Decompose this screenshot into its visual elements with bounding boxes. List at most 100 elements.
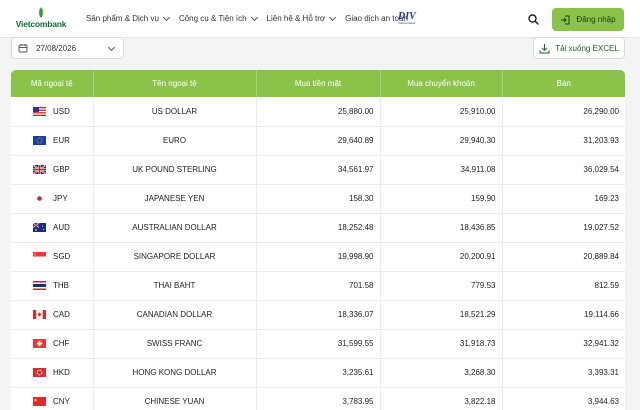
currency-name: HONG KONG DOLLAR xyxy=(93,358,257,388)
currency-code-cell: EUR xyxy=(11,126,94,156)
table-row: JPY JAPANESE YEN 158.30 159.90 169.23 xyxy=(11,184,625,214)
table-row: CNY CHINESE YUAN 3,783.95 3,822.18 3,944.63 xyxy=(11,387,625,410)
login-label: Đăng nhập xyxy=(576,15,616,24)
sell-rate: 32,941.32 xyxy=(502,329,625,359)
currency-name: AUSTRALIAN DOLLAR xyxy=(93,213,257,243)
vietcombank-logo[interactable]: Vietcombank xyxy=(12,7,70,29)
currency-name: CHINESE YUAN xyxy=(93,387,257,410)
jp-flag-icon xyxy=(33,194,46,204)
site-header: Vietcombank Sản phẩm & Dịch vụ Công cụ &… xyxy=(0,0,640,38)
table-row: SGD SINGAPORE DOLLAR 19,998.90 20,200.91 20,… xyxy=(11,242,625,272)
download-excel-button[interactable]: Tải xuống EXCEL xyxy=(533,37,625,59)
cash-buy-rate: 3,783.95 xyxy=(256,387,381,410)
date-picker[interactable]: 27/08/2026 xyxy=(11,37,124,59)
nav-label: Công cụ & Tiện ích xyxy=(178,14,247,23)
sell-rate: 3,944.63 xyxy=(502,387,625,410)
currency-name: JAPANESE YEN xyxy=(93,184,257,214)
nav-item-support[interactable]: Liên hệ & Hỗ trợ xyxy=(266,13,337,23)
table-row: GBP UK POUND STERLING 34,561.97 34,911.08 36… xyxy=(11,155,625,185)
currency-code-cell: CHF xyxy=(11,329,94,359)
partner-logo-mark: DIV xyxy=(398,11,416,22)
transfer-buy-rate: 3,822.18 xyxy=(380,387,503,410)
currency-code-cell: THB xyxy=(11,271,94,301)
table-row: HKD HONG KONG DOLLAR 3,235.61 3,268.30 3,393… xyxy=(11,358,625,388)
cash-buy-rate: 29,640.89 xyxy=(256,126,381,156)
search-icon xyxy=(527,13,539,25)
exchange-rate-table-container: Mã ngoại tệ Tên ngoại tệ Mua tiền mặt Mu… xyxy=(11,70,625,410)
nav-label: Liên hệ & Hỗ trợ xyxy=(266,14,326,23)
ca-flag-icon xyxy=(33,310,46,320)
us-flag-icon xyxy=(33,106,46,116)
sell-rate: 36,029.54 xyxy=(502,155,625,185)
table-row: EUR EURO 29,640.89 29,940.30 31,203.93 xyxy=(11,126,625,156)
sell-rate: 20,889.84 xyxy=(502,242,625,272)
currency-code-cell: CNY xyxy=(11,387,94,410)
th-flag-icon xyxy=(33,281,46,291)
sell-rate: 19,027.52 xyxy=(502,213,625,243)
currency-code-cell: HKD xyxy=(11,358,94,388)
eu-flag-icon xyxy=(33,136,46,146)
sell-rate: 19,114.66 xyxy=(502,300,625,330)
transfer-buy-rate: 31,918.73 xyxy=(380,329,503,359)
cash-buy-rate: 34,561.97 xyxy=(256,155,381,185)
currency-code-cell: JPY xyxy=(11,184,94,214)
currency-name: UK POUND STERLING xyxy=(93,155,257,185)
column-header-transfer-buy: Mua chuyển khoản xyxy=(380,70,503,97)
transfer-buy-rate: 34,911.08 xyxy=(380,155,503,185)
currency-code: EUR xyxy=(53,135,70,145)
transfer-buy-rate: 3,268.30 xyxy=(380,358,503,388)
transfer-buy-rate: 18,436.85 xyxy=(380,213,503,243)
transfer-buy-rate: 18,521.29 xyxy=(380,300,503,330)
chevron-down-icon xyxy=(250,13,258,21)
ch-flag-icon xyxy=(33,339,46,349)
chevron-down-icon xyxy=(329,13,337,21)
cash-buy-rate: 19,998.90 xyxy=(256,242,381,272)
leaf-icon xyxy=(38,7,44,18)
currency-code-cell: SGD xyxy=(11,242,94,272)
currency-name: SWISS FRANC xyxy=(93,329,257,359)
uk-flag-icon xyxy=(33,165,46,175)
cash-buy-rate: 25,880.00 xyxy=(256,97,381,127)
currency-code: GBP xyxy=(53,164,70,174)
au-flag-icon xyxy=(33,223,46,233)
table-row: CHF SWISS FRANC 31,599.55 31,918.73 32,941.3… xyxy=(11,329,625,359)
table-row: USD US DOLLAR 25,880.00 25,910.00 26,290.00 xyxy=(11,97,625,127)
currency-code: THB xyxy=(53,280,69,290)
transfer-buy-rate: 25,910.00 xyxy=(380,97,503,127)
table-row: THB THAI BAHT 701.58 779.53 812.59 xyxy=(11,271,625,301)
nav-item-tools[interactable]: Công cụ & Tiện ích xyxy=(178,13,258,23)
cash-buy-rate: 158.30 xyxy=(256,184,381,214)
partner-logo[interactable]: DIV Vietcombank xyxy=(398,12,424,28)
currency-name: THAI BAHT xyxy=(93,271,257,301)
cash-buy-rate: 18,252.48 xyxy=(256,213,381,243)
cash-buy-rate: 3,235.61 xyxy=(256,358,381,388)
transfer-buy-rate: 20,200.91 xyxy=(380,242,503,272)
nav-item-products[interactable]: Sản phẩm & Dịch vụ xyxy=(86,13,170,23)
sell-rate: 812.59 xyxy=(502,271,625,301)
currency-code-cell: USD xyxy=(11,97,94,127)
sell-rate: 169.23 xyxy=(502,184,625,214)
exchange-rate-table: Mã ngoại tệ Tên ngoại tệ Mua tiền mặt Mu… xyxy=(11,70,625,410)
currency-code: SGD xyxy=(53,251,71,261)
login-icon xyxy=(561,15,570,24)
currency-code: AUD xyxy=(53,222,70,232)
currency-code: CNY xyxy=(53,396,70,406)
cash-buy-rate: 31,599.55 xyxy=(256,329,381,359)
currency-code-cell: AUD xyxy=(11,213,94,243)
download-icon xyxy=(539,43,550,53)
nav-label: Sản phẩm & Dịch vụ xyxy=(86,14,159,23)
chevron-down-icon xyxy=(162,13,170,21)
partner-logo-caption: Vietcombank xyxy=(398,21,416,25)
login-button[interactable]: Đăng nhập xyxy=(552,8,624,31)
hk-flag-icon xyxy=(33,368,46,378)
table-header-row: Mã ngoại tệ Tên ngoại tệ Mua tiền mặt Mu… xyxy=(11,70,625,97)
transfer-buy-rate: 779.53 xyxy=(380,271,503,301)
sell-rate: 26,290.00 xyxy=(502,97,625,127)
currency-name: CANADIAN DOLLAR xyxy=(93,300,257,330)
transfer-buy-rate: 159.90 xyxy=(380,184,503,214)
search-button[interactable] xyxy=(522,9,544,29)
currency-code-cell: CAD xyxy=(11,300,94,330)
chevron-down-icon xyxy=(107,43,116,52)
excel-label: Tải xuống EXCEL xyxy=(555,43,619,53)
currency-code: CAD xyxy=(53,309,70,319)
